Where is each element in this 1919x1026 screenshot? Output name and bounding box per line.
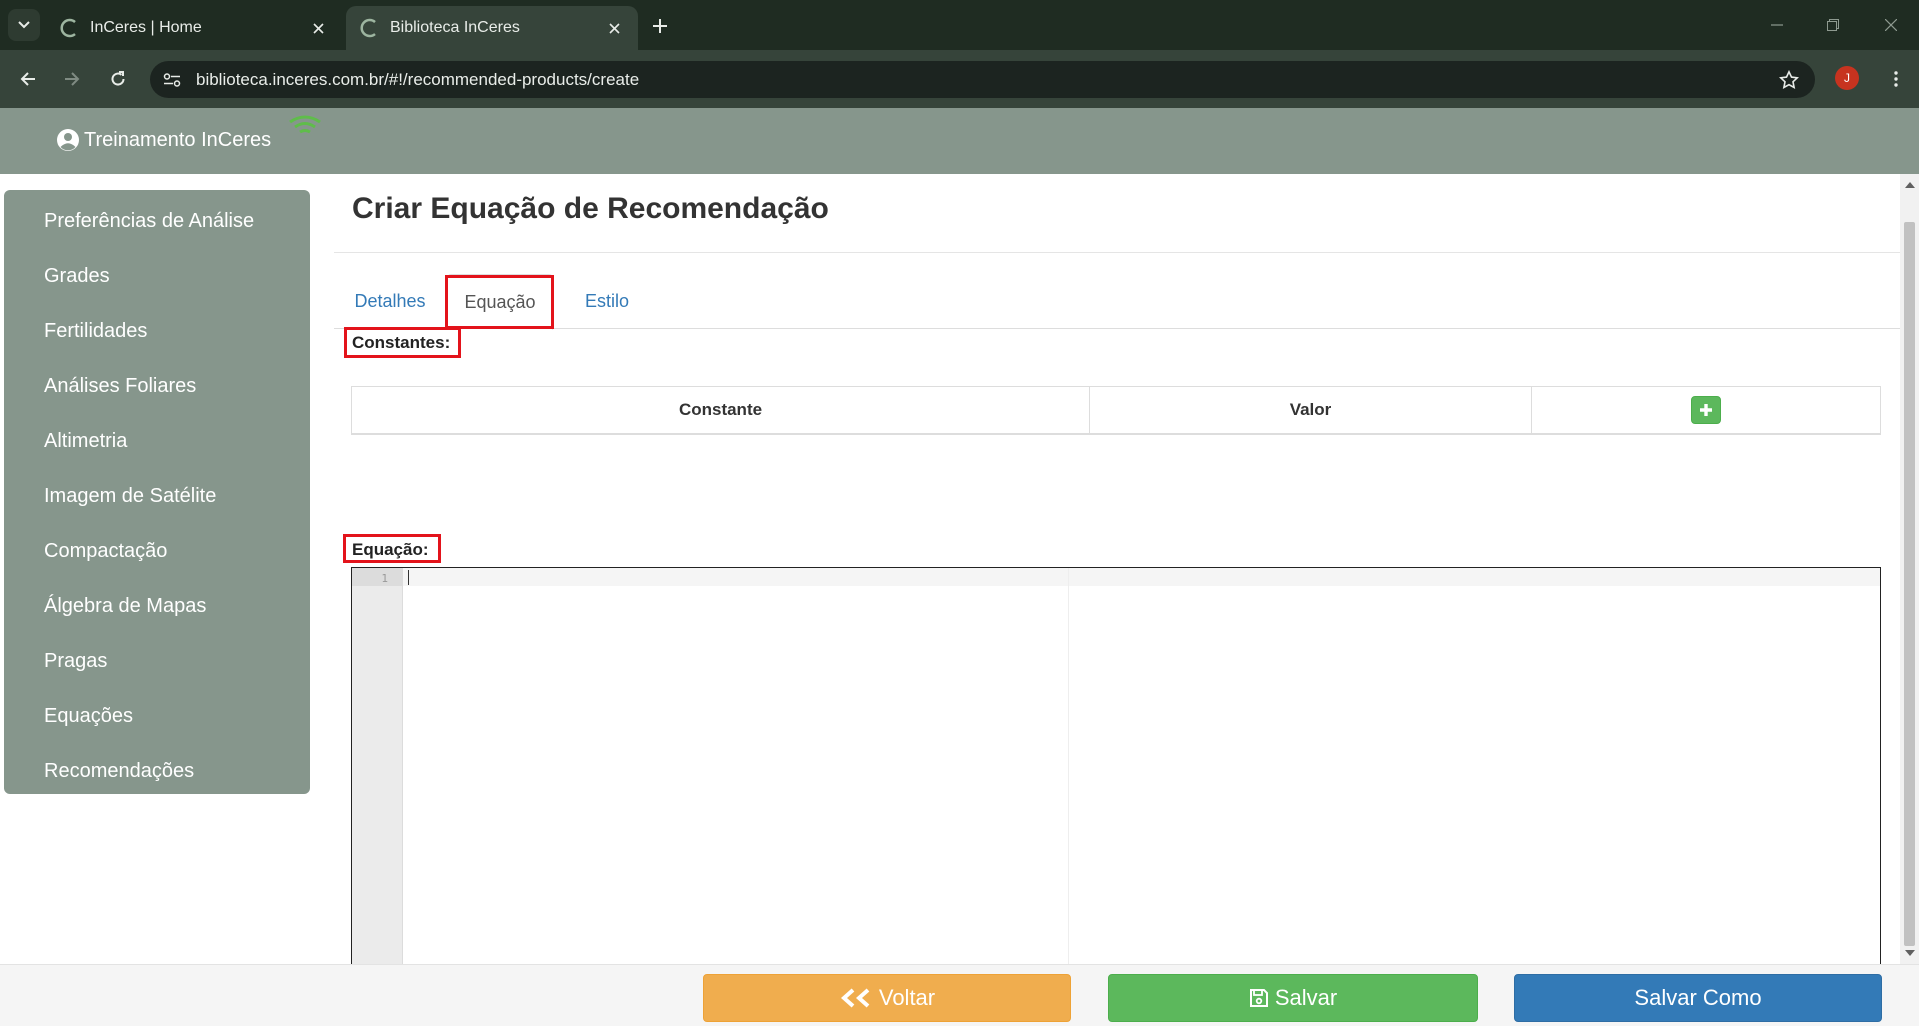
- sidebar-item-imagem-satelite[interactable]: Imagem de Satélite: [4, 469, 310, 524]
- constants-label: Constantes:: [352, 333, 451, 352]
- browser-toolbar: biblioteca.inceres.com.br/#!/recommended…: [0, 50, 1919, 108]
- sidebar-item-grades[interactable]: Grades: [4, 249, 310, 304]
- double-chevron-left-icon: [840, 988, 870, 1008]
- footer-actions: Voltar Salvar Salvar Como: [0, 964, 1919, 1026]
- inceres-favicon-icon: [60, 18, 76, 38]
- scroll-up-icon[interactable]: [1905, 182, 1915, 188]
- editor-gutter: [352, 568, 403, 966]
- line-number: 1: [381, 572, 388, 585]
- floppy-disk-icon: [1249, 989, 1268, 1007]
- scroll-thumb[interactable]: [1904, 222, 1915, 946]
- window-close-button[interactable]: [1876, 10, 1906, 40]
- add-constant-button[interactable]: [1691, 396, 1721, 424]
- sidebar-item-analises-foliares[interactable]: Análises Foliares: [4, 359, 310, 414]
- more-vertical-icon: [1894, 71, 1898, 87]
- new-tab-button[interactable]: [646, 12, 674, 40]
- sidebar-item-fertilidades[interactable]: Fertilidades: [4, 304, 310, 359]
- back-button[interactable]: Voltar: [703, 974, 1071, 1022]
- sidebar-item-equacoes[interactable]: Equações: [4, 689, 310, 744]
- reload-button[interactable]: [102, 63, 134, 95]
- tab-title: InCeres | Home: [90, 19, 202, 36]
- back-button-label: Voltar: [878, 985, 936, 1010]
- browser-tabstrip: InCeres | Home Biblioteca InCeres: [0, 0, 1919, 50]
- profile-avatar[interactable]: J: [1835, 66, 1859, 90]
- arrow-left-icon: [20, 72, 35, 86]
- text-cursor: [408, 570, 409, 585]
- save-button[interactable]: Salvar: [1108, 974, 1478, 1022]
- tab-search-button[interactable]: [8, 9, 40, 41]
- scroll-down-icon[interactable]: [1905, 950, 1915, 956]
- sidebar-item-algebra-mapas[interactable]: Álgebra de Mapas: [4, 579, 310, 634]
- plus-icon: [653, 19, 667, 33]
- save-as-button-label: Salvar Como: [1634, 985, 1762, 1010]
- editor-print-margin: [1068, 568, 1069, 966]
- sidebar-item-preferencias-analise[interactable]: Preferências de Análise: [4, 194, 310, 249]
- tab-estilo[interactable]: Estilo: [560, 274, 654, 329]
- content-tabs: Detalhes Equação Estilo: [334, 274, 1900, 330]
- sidebar: Preferências de Análise Grades Fertilida…: [4, 190, 310, 794]
- sidebar-item-pragas[interactable]: Pragas: [4, 634, 310, 689]
- restore-button[interactable]: [1818, 10, 1848, 40]
- user-menu[interactable]: Treinamento InCeres: [56, 128, 271, 152]
- back-nav-button[interactable]: [12, 63, 44, 95]
- site-settings-icon[interactable]: [156, 64, 188, 96]
- forward-nav-button[interactable]: [56, 63, 88, 95]
- inceres-favicon-icon: [360, 18, 376, 38]
- tab-detalhes[interactable]: Detalhes: [334, 274, 446, 329]
- wifi-icon: [289, 115, 321, 134]
- user-circle-icon: [57, 129, 79, 151]
- url-text: biblioteca.inceres.com.br/#!/recommended…: [196, 69, 640, 89]
- constants-table: Constante Valor: [351, 386, 1881, 435]
- close-icon[interactable]: [308, 18, 328, 38]
- title-divider: [334, 252, 1900, 253]
- equation-label: Equação:: [352, 540, 429, 559]
- equation-editor[interactable]: 1: [351, 567, 1881, 967]
- save-as-button[interactable]: Salvar Como: [1514, 974, 1882, 1022]
- browser-tab-biblioteca[interactable]: Biblioteca InCeres: [346, 6, 638, 50]
- close-icon[interactable]: [604, 18, 624, 38]
- sidebar-item-altimetria[interactable]: Altimetria: [4, 414, 310, 469]
- chevron-down-icon: [18, 21, 30, 29]
- sidebar-item-compactacao[interactable]: Compactação: [4, 524, 310, 579]
- table-header-actions: [1532, 387, 1880, 433]
- table-header-valor: Valor: [1090, 387, 1532, 433]
- sidebar-item-recomendacoes[interactable]: Recomendações: [4, 744, 310, 799]
- tab-title: Biblioteca InCeres: [390, 19, 520, 36]
- page-scrollbar[interactable]: [1900, 174, 1919, 964]
- plus-icon: [1700, 404, 1712, 416]
- tab-equacao[interactable]: Equação: [447, 274, 553, 330]
- app-header: Treinamento InCeres: [0, 108, 1919, 174]
- table-header-constante: Constante: [352, 387, 1090, 433]
- minimize-button[interactable]: [1762, 10, 1792, 40]
- save-button-label: Salvar: [1274, 985, 1338, 1010]
- arrow-right-icon: [65, 72, 80, 86]
- close-icon: [1885, 19, 1897, 31]
- bookmark-star-icon[interactable]: [1773, 64, 1805, 96]
- browser-menu-button[interactable]: [1880, 63, 1912, 95]
- browser-tab-home[interactable]: InCeres | Home: [46, 6, 342, 50]
- reload-icon: [111, 71, 125, 86]
- user-name: Treinamento InCeres: [84, 128, 272, 151]
- page-title: Criar Equação de Recomendação: [352, 192, 829, 225]
- address-bar[interactable]: biblioteca.inceres.com.br/#!/recommended…: [150, 61, 1815, 98]
- editor-active-line: [403, 568, 1880, 586]
- restore-icon: [1827, 19, 1839, 31]
- minimize-icon: [1771, 24, 1783, 26]
